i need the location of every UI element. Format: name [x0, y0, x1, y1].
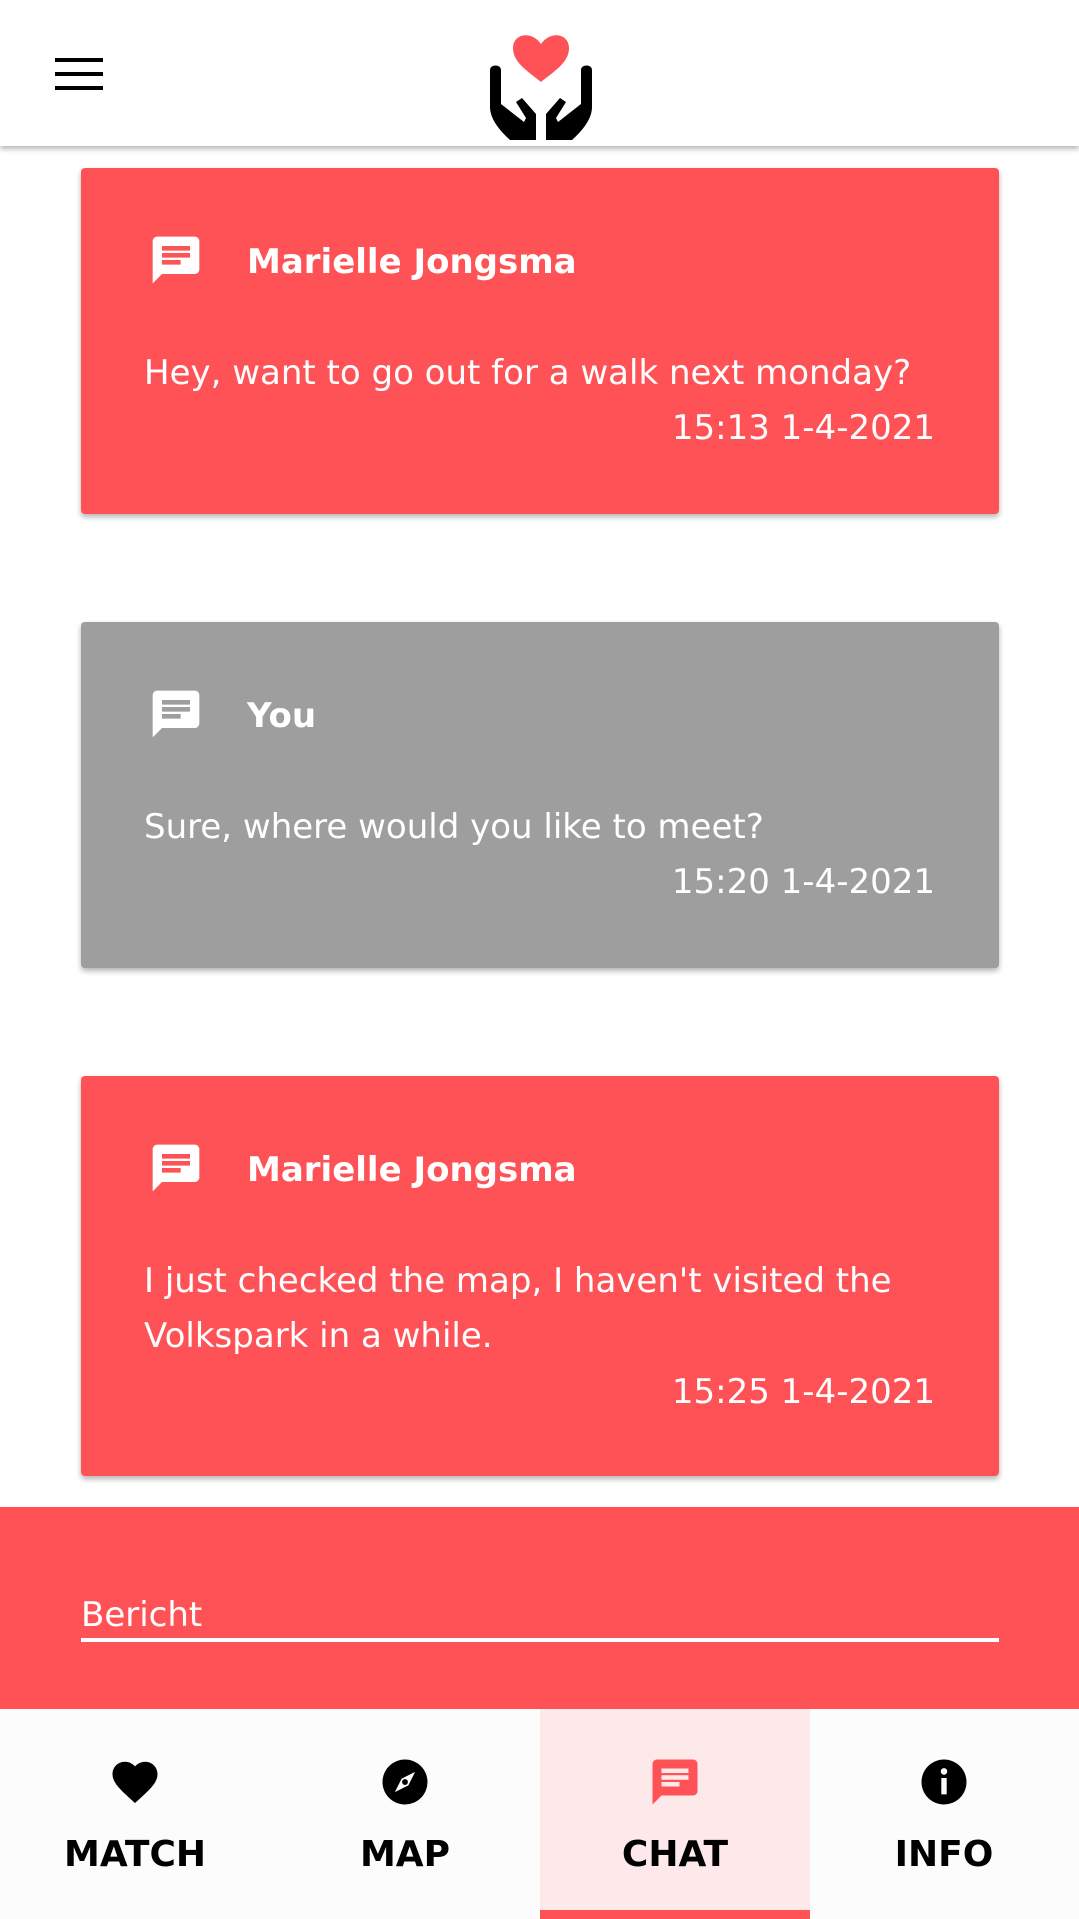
message-timestamp: 15:13 1-4-2021: [671, 408, 935, 448]
chat-bubble-icon: [152, 690, 200, 738]
message-card-own: You Sure, where would you like to meet? …: [81, 622, 999, 968]
message-card: Marielle Jongsma I just checked the map,…: [81, 1076, 999, 1476]
heart-in-hands-logo: [490, 35, 592, 140]
chat-bubble-icon: [152, 236, 200, 284]
top-app-bar: [0, 0, 1079, 146]
chat-bubble-icon: [152, 1144, 200, 1192]
chat-icon: [652, 1759, 698, 1805]
message-timestamp: 15:25 1-4-2021: [671, 1372, 935, 1412]
nav-tab-chat[interactable]: CHAT: [540, 1709, 810, 1919]
nav-label-info: INFO: [894, 1834, 994, 1875]
nav-label-chat: CHAT: [621, 1834, 729, 1875]
message-text: Sure, where would you like to meet?: [144, 807, 764, 847]
message-sender: You: [247, 696, 317, 736]
message-sender: Marielle Jongsma: [247, 242, 577, 282]
message-composer: [0, 1507, 1079, 1709]
nav-label-match: MATCH: [64, 1834, 206, 1875]
compass-icon: [382, 1759, 428, 1805]
hamburger-menu-icon[interactable]: [55, 58, 103, 92]
message-text: Hey, want to go out for a walk next mond…: [144, 353, 912, 393]
message-input[interactable]: [81, 1592, 999, 1642]
nav-tab-map[interactable]: MAP: [270, 1709, 540, 1919]
message-card: Marielle Jongsma Hey, want to go out for…: [81, 168, 999, 514]
nav-label-map: MAP: [359, 1834, 451, 1875]
message-timestamp: 15:20 1-4-2021: [671, 862, 935, 902]
message-sender: Marielle Jongsma: [247, 1150, 577, 1190]
bottom-navigation: MATCH MAP CHAT INFO: [0, 1709, 1079, 1919]
message-text: I just checked the map, I haven't visite…: [144, 1261, 892, 1356]
heart-icon: [112, 1761, 158, 1804]
info-icon: [921, 1759, 967, 1805]
nav-tab-match[interactable]: MATCH: [0, 1709, 270, 1919]
nav-tab-info[interactable]: INFO: [809, 1709, 1079, 1919]
message-list[interactable]: Marielle Jongsma Hey, want to go out for…: [0, 146, 1079, 1506]
